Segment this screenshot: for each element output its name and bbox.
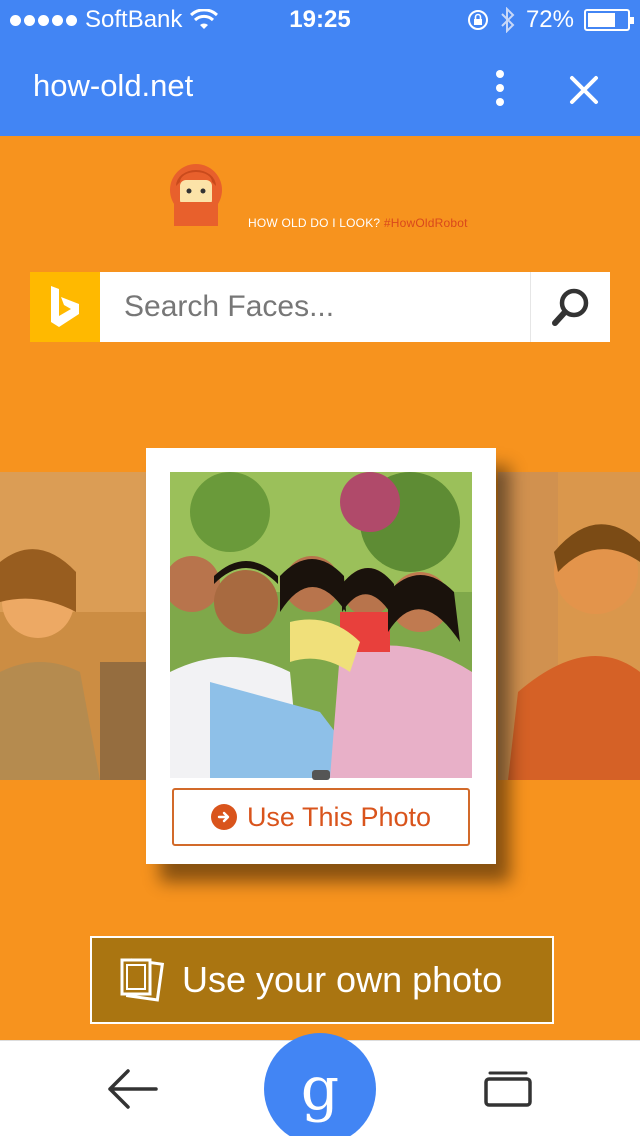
- google-logo-letter: g: [300, 1054, 340, 1124]
- bing-logo: [30, 272, 100, 342]
- tagline: HOW OLD DO I LOOK? #HowOldRobot: [248, 216, 468, 230]
- search-icon: [551, 288, 588, 326]
- carousel-photo-next[interactable]: [498, 472, 640, 780]
- search-box: [30, 272, 610, 342]
- arrow-right-icon: [210, 804, 237, 830]
- photo-card: Use This Photo: [146, 448, 496, 864]
- family-photo[interactable]: [170, 472, 472, 778]
- battery-percent: 72%: [525, 6, 574, 33]
- tagline-text: HOW OLD DO I LOOK?: [248, 216, 381, 230]
- bottom-toolbar: g: [0, 1033, 640, 1136]
- close-icon[interactable]: [562, 68, 606, 112]
- use-this-photo-label: Use This Photo: [246, 801, 432, 832]
- status-right: 72%: [466, 6, 634, 34]
- carousel-photo-previous[interactable]: [0, 472, 150, 780]
- more-vert-icon[interactable]: [486, 66, 514, 110]
- battery-icon: [584, 9, 634, 31]
- battery-fill: [588, 13, 616, 27]
- use-own-photo-label: Use your own photo: [182, 959, 503, 1000]
- search-button[interactable]: [530, 272, 610, 342]
- photos-icon: [120, 958, 165, 1002]
- robot-logo-icon: [170, 164, 222, 226]
- bluetooth-icon: [501, 7, 515, 33]
- google-search-button[interactable]: g: [264, 1033, 376, 1136]
- search-input[interactable]: [100, 272, 530, 342]
- carousel-handle[interactable]: [312, 770, 330, 780]
- browser-header: how-old.net: [0, 40, 640, 136]
- tabs-icon[interactable]: [480, 1067, 536, 1111]
- bing-icon: [51, 286, 79, 327]
- status-bar: SoftBank 19:25 72%: [0, 0, 640, 40]
- use-this-photo-button[interactable]: Use This Photo: [172, 788, 470, 846]
- hashtag-text: #HowOldRobot: [383, 216, 468, 230]
- rotation-lock-icon: [467, 10, 488, 30]
- use-own-photo-button[interactable]: Use your own photo: [90, 936, 554, 1024]
- back-arrow-icon[interactable]: [104, 1067, 160, 1111]
- site-title: how-old.net: [33, 68, 194, 103]
